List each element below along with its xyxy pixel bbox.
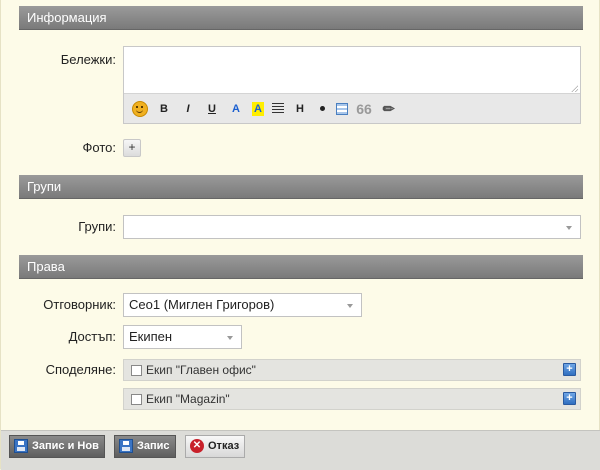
resize-grip-icon[interactable] xyxy=(571,85,578,92)
form-page: Информация Бележки: B I U A A H 66 ✐ Фот… xyxy=(0,0,600,470)
responsible-select[interactable]: Ceo1 (Миглен Григоров) xyxy=(123,293,362,317)
table-icon[interactable] xyxy=(336,102,348,115)
access-select-value: Екипен xyxy=(129,329,173,344)
floppy-disk-icon xyxy=(119,439,133,453)
section-header-groups: Групи xyxy=(19,175,583,199)
italic-button[interactable]: I xyxy=(180,101,196,117)
attachment-icon[interactable]: ✐ xyxy=(377,97,400,120)
save-and-new-button[interactable]: Запис и Нов xyxy=(9,435,105,458)
add-photo-button[interactable]: + xyxy=(123,139,141,157)
groups-label: Групи: xyxy=(78,219,116,234)
section-header-info: Информация xyxy=(19,6,583,30)
section-header-rights: Права xyxy=(19,255,583,279)
chevron-down-icon xyxy=(566,226,572,230)
notes-textarea[interactable] xyxy=(124,47,580,93)
expand-plus-icon[interactable]: + xyxy=(563,392,576,405)
form-footer: Запис и Нов Запис ✕ Отказ xyxy=(1,430,600,470)
emoji-icon[interactable] xyxy=(132,100,148,117)
expand-plus-icon[interactable]: + xyxy=(563,363,576,376)
share-item-label: Екип "Главен офис" xyxy=(146,363,256,377)
save-label: Запис xyxy=(137,440,170,452)
close-icon: ✕ xyxy=(190,439,204,453)
underline-button[interactable]: U xyxy=(204,101,220,117)
align-icon[interactable] xyxy=(272,103,284,114)
notes-label: Бележки: xyxy=(60,52,116,67)
chevron-down-icon xyxy=(347,304,353,308)
share-row: Екип "Magazin" + xyxy=(123,388,581,410)
access-label: Достъп: xyxy=(68,329,116,344)
highlight-button[interactable]: A xyxy=(252,101,264,116)
share-item-label: Екип "Magazin" xyxy=(146,392,230,406)
quote-button[interactable]: 66 xyxy=(356,101,372,117)
sharing-label: Споделяне: xyxy=(45,362,116,377)
floppy-disk-icon xyxy=(14,439,28,453)
share-row: Екип "Главен офис" + xyxy=(123,359,581,381)
notes-editor: B I U A A H 66 ✐ xyxy=(123,46,581,124)
groups-select[interactable] xyxy=(123,215,581,239)
responsible-select-value: Ceo1 (Миглен Григоров) xyxy=(129,297,275,312)
save-button[interactable]: Запис xyxy=(114,435,176,458)
access-select[interactable]: Екипен xyxy=(123,325,242,349)
save-and-new-label: Запис и Нов xyxy=(32,440,99,452)
heading-button[interactable]: H xyxy=(292,101,308,117)
cancel-button[interactable]: ✕ Отказ xyxy=(185,435,246,458)
cancel-label: Отказ xyxy=(208,440,240,452)
share-checkbox[interactable] xyxy=(131,365,142,376)
share-checkbox[interactable] xyxy=(131,394,142,405)
notes-toolbar: B I U A A H 66 ✐ xyxy=(124,93,580,123)
chevron-down-icon xyxy=(227,336,233,340)
bullet-list-icon[interactable] xyxy=(320,106,325,111)
responsible-label: Отговорник: xyxy=(43,297,116,312)
photo-label: Фото: xyxy=(82,140,116,155)
text-color-button[interactable]: A xyxy=(228,101,244,117)
bold-button[interactable]: B xyxy=(156,101,172,117)
